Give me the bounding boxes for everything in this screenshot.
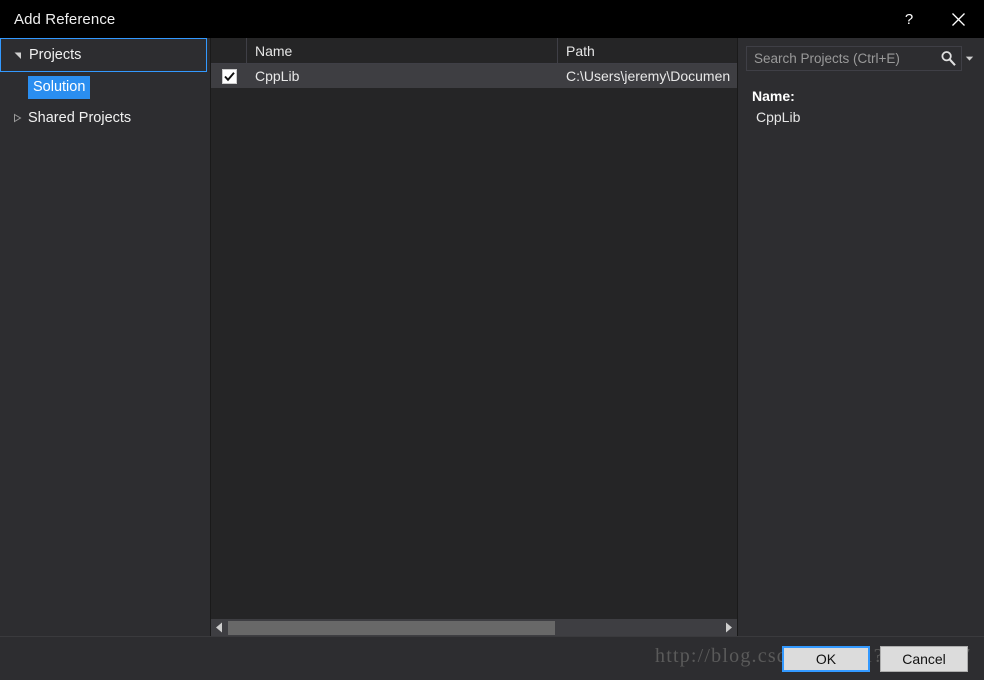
cancel-button[interactable]: Cancel <box>880 645 968 672</box>
chevron-down-icon[interactable] <box>962 55 976 62</box>
window-title: Add Reference <box>14 10 116 28</box>
dialog-footer: OK Cancel <box>0 636 984 680</box>
row-path: C:\Users\jeremy\Documen <box>566 68 731 84</box>
search-icon[interactable] <box>935 50 961 67</box>
category-tree: Projects Solution Shared Projects <box>0 38 211 636</box>
scroll-right-button[interactable] <box>720 619 737 637</box>
sidebar-item-shared-projects[interactable]: Shared Projects <box>0 102 210 134</box>
row-name: CppLib <box>255 68 300 84</box>
table-row[interactable]: CppLib C:\Users\jeremy\Documen <box>211 64 737 88</box>
add-reference-dialog: Add Reference ? Projects Solution Shared… <box>0 0 984 680</box>
list-rows: CppLib C:\Users\jeremy\Documen <box>211 64 737 618</box>
sidebar-item-solution-label: Solution <box>28 75 91 99</box>
project-list-panel: Name Path CppLib C:\Users\jeremy\Documen <box>211 38 738 636</box>
detail-name-label: Name: <box>752 88 795 104</box>
scrollbar-track[interactable] <box>228 619 720 637</box>
triangle-right-icon[interactable] <box>6 113 28 123</box>
close-button[interactable] <box>932 0 984 38</box>
ok-button[interactable]: OK <box>782 645 870 672</box>
search-input[interactable] <box>747 46 935 70</box>
search-bar <box>738 38 984 78</box>
list-header: Name Path <box>211 38 737 64</box>
selected-item-details: Name: CppLib <box>738 78 984 128</box>
column-header-name[interactable]: Name <box>247 38 558 63</box>
help-button[interactable]: ? <box>886 0 932 38</box>
check-icon <box>223 71 235 81</box>
column-header-path[interactable]: Path <box>558 38 737 63</box>
row-checkbox-cell[interactable] <box>211 64 247 88</box>
column-header-checkbox[interactable] <box>211 38 247 63</box>
chevron-left-icon <box>216 622 222 633</box>
window-controls: ? <box>886 0 984 38</box>
search-box[interactable] <box>746 45 962 71</box>
row-checkbox[interactable] <box>221 68 237 84</box>
sidebar-item-solution[interactable]: Solution <box>0 72 210 102</box>
sidebar-item-shared-projects-label: Shared Projects <box>28 110 132 126</box>
close-icon <box>951 12 965 26</box>
scrollbar-thumb[interactable] <box>228 620 556 635</box>
triangle-down-icon[interactable] <box>7 50 29 60</box>
chevron-right-icon <box>726 622 732 633</box>
detail-name-value: CppLib <box>756 109 801 125</box>
horizontal-scrollbar[interactable] <box>211 618 737 636</box>
sidebar-item-projects[interactable]: Projects <box>0 38 207 72</box>
scroll-left-button[interactable] <box>211 619 228 637</box>
question-mark-icon: ? <box>904 10 914 28</box>
dialog-body: Projects Solution Shared Projects Name P… <box>0 38 984 636</box>
title-bar: Add Reference ? <box>0 0 984 38</box>
details-panel: Name: CppLib <box>738 38 984 636</box>
sidebar-item-projects-label: Projects <box>29 47 82 63</box>
